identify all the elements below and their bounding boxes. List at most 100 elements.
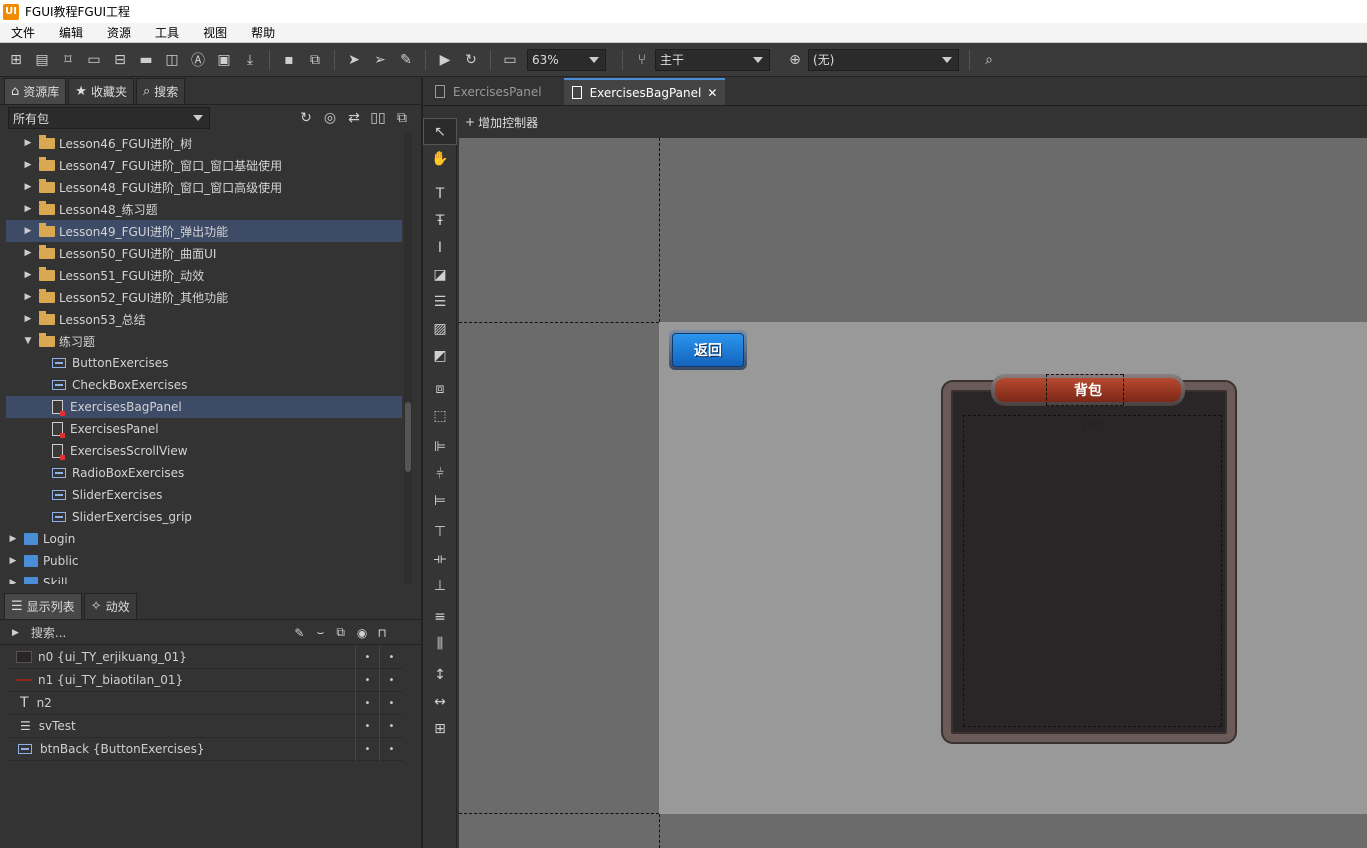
display-list-row[interactable]: btnBack {ButtonExercises} • • [6,738,403,761]
tree-item[interactable]: ▼ 练习题 [6,330,402,352]
bag-title-bar[interactable]: 背包 [991,374,1185,406]
new-movieclip-icon[interactable]: ▣ [211,47,237,73]
import-icon[interactable]: ⤓ [237,47,263,73]
display-list-row[interactable]: n0 {ui_TY_erjikuang_01} • • [6,646,403,669]
list-tool-icon[interactable]: ☰ [423,288,457,315]
lock-toggle[interactable]: • [379,692,403,715]
align-center-h-icon[interactable]: ⫩ [423,460,457,487]
new-slider-icon[interactable]: ◫ [159,47,185,73]
tree-item[interactable]: ▶ Lesson48_练习题 [6,198,402,220]
tree-item[interactable]: ExercisesPanel [6,418,402,440]
same-height-icon[interactable]: ↕ [423,661,457,688]
lock-icon[interactable]: ⊓ [377,626,386,640]
copy-icon[interactable]: ⧉ [390,105,414,131]
expand-arrow-icon[interactable]: ▶ [23,226,33,236]
3d-tool-icon[interactable]: ◩ [423,342,457,369]
input-text-tool-icon[interactable]: Ⅰ [423,234,457,261]
save-icon[interactable]: ▪ [276,47,302,73]
new-package-icon[interactable]: ⊞ [3,47,29,73]
back-button[interactable]: 返回 [669,330,747,370]
lock-toggle[interactable]: • [379,738,403,761]
tree-item[interactable]: ▶ Lesson51_FGUI进阶_动效 [6,264,402,286]
distribute-h-icon[interactable]: ⫼ [423,630,457,657]
tree-item[interactable]: SliderExercises_grip [6,506,402,528]
align-left-icon[interactable]: ⊫ [423,433,457,460]
tree-item[interactable]: ▶ Lesson53_总结 [6,308,402,330]
swap-icon[interactable]: ⇄ [342,105,366,131]
new-component-icon[interactable]: ▤ [29,47,55,73]
expand-arrow-icon[interactable]: ▶ [23,160,33,170]
bag-frame[interactable] [943,382,1235,742]
tab-library[interactable]: ⌂ 资源库 [4,78,67,104]
close-icon[interactable]: ✕ [707,86,717,100]
locate-icon[interactable]: ◎ [318,105,342,131]
tree-item[interactable]: CheckBoxExercises [6,374,402,396]
copy-icon[interactable]: ⧉ [336,625,345,640]
plus-icon[interactable]: + [465,115,475,129]
expand-arrow-icon[interactable]: ▶ [8,534,18,544]
publish-all-icon[interactable]: ➢ [367,47,393,73]
same-width-icon[interactable]: ↔ [423,688,457,715]
display-list-row[interactable]: ☰ svTest • • [6,715,403,738]
tree-item[interactable]: ▶ Public [6,550,402,572]
tree-item[interactable]: ▶ Lesson48_FGUI进阶_窗口_窗口高级使用 [6,176,402,198]
search-icon[interactable]: ⌕ [976,47,1002,73]
visibility-toggle[interactable]: • [355,646,379,669]
tab-display-list[interactable]: ☰ 显示列表 [4,593,82,619]
align-right-icon[interactable]: ⊨ [423,487,457,514]
tree-item[interactable]: ▶ Skill [6,572,402,584]
richtext-tool-icon[interactable]: Ŧ [423,207,457,234]
expand-arrow-icon[interactable]: ▶ [23,270,33,280]
tab-favorites[interactable]: ★ 收藏夹 [68,78,134,104]
hand-tool-icon[interactable]: ✋ [423,145,457,172]
edit-icon[interactable]: ✎ [294,626,304,640]
eye-icon[interactable]: ◉ [357,626,367,640]
grid-icon[interactable]: ⊞ [423,715,457,742]
visibility-toggle[interactable]: • [355,669,379,692]
expand-arrow-icon[interactable]: ▶ [23,138,33,148]
add-controller-button[interactable]: 增加控制器 [478,114,538,131]
language-dropdown[interactable]: (无) [808,48,959,71]
columns-icon[interactable]: ▯▯ [366,105,390,131]
tree-item[interactable]: RadioBoxExercises [6,462,402,484]
select-tool-icon[interactable]: ↖ [423,118,457,145]
package-filter-dropdown[interactable]: 所有包 [8,107,210,129]
tab-search[interactable]: ⌕ 搜索 [135,78,186,104]
tree-item[interactable]: ExercisesScrollView [6,440,402,462]
visibility-toggle[interactable]: • [355,715,379,738]
tree-item[interactable]: SliderExercises [6,484,402,506]
transform-tool-icon[interactable]: ⬚ [423,402,457,429]
display-list-row[interactable]: n1 {ui_TY_biaotilan_01} • • [6,669,403,692]
tree-item[interactable]: ▶ Lesson50_FGUI进阶_曲面UI [6,242,402,264]
tree-item[interactable]: ExercisesBagPanel [6,396,402,418]
tree-item[interactable]: ButtonExercises [6,352,402,374]
menu-edit[interactable]: 编辑 [59,24,83,41]
expand-arrow-icon[interactable]: ▶ [23,292,33,302]
display-list-row[interactable]: Tn2 • • [6,692,403,715]
publish-settings-icon[interactable]: ✎ [393,47,419,73]
align-middle-v-icon[interactable]: ⟛ [423,545,457,572]
menu-file[interactable]: 文件 [11,24,35,41]
display-search-input[interactable]: 搜索... [31,624,66,641]
menu-view[interactable]: 视图 [203,24,227,41]
expand-arrow-icon[interactable]: ▶ [23,248,33,258]
lock-toggle[interactable]: • [379,715,403,738]
align-top-icon[interactable]: ⊤ [423,518,457,545]
lock-toggle[interactable]: • [379,646,403,669]
play-icon[interactable]: ▶ [432,47,458,73]
new-button-icon[interactable]: ▭ [81,47,107,73]
eye-closed-icon[interactable]: ⌣ [316,625,324,640]
tree-scrollbar[interactable] [404,132,412,584]
lock-toggle[interactable]: • [379,669,403,692]
new-font-icon[interactable]: Ⓐ [185,47,211,73]
scrollbar-thumb[interactable] [405,402,411,472]
new-progress-icon[interactable]: ▬ [133,47,159,73]
menu-tools[interactable]: 工具 [155,24,179,41]
align-bottom-icon[interactable]: ⊥ [423,572,457,599]
zoom-dropdown[interactable]: 63% [527,48,606,71]
branch-dropdown[interactable]: 主干 [655,48,770,71]
collapse-arrow-icon[interactable]: ▼ [23,336,33,346]
expand-arrow-icon[interactable]: ▶ [23,182,33,192]
tree-item[interactable]: ▶ Lesson47_FGUI进阶_窗口_窗口基础使用 [6,154,402,176]
refresh-icon[interactable]: ↻ [294,105,318,131]
